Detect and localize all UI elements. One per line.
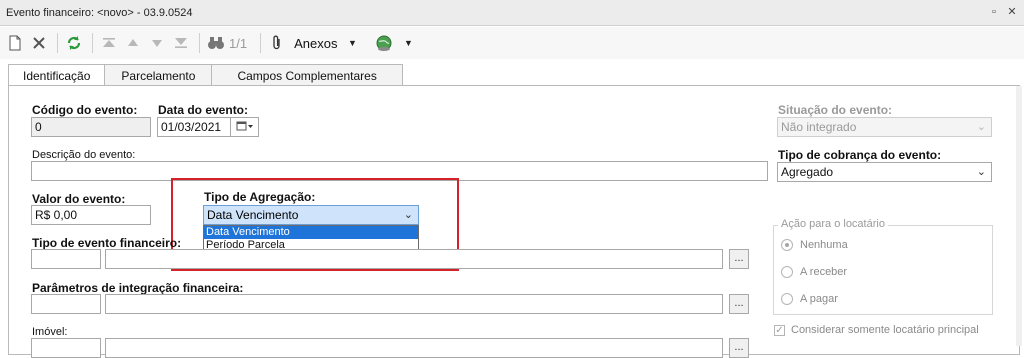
toolbar-separator [260, 33, 262, 53]
imovel-label: Imóvel: [32, 326, 68, 338]
toolbar-separator [92, 33, 93, 53]
situacao-label: Situação do evento: [778, 103, 893, 117]
tipo-cobranca-select[interactable]: Agregado ⌄ [777, 162, 992, 182]
codigo-field[interactable]: 0 [31, 117, 151, 137]
radio-selected-icon [781, 239, 793, 251]
delete-icon[interactable] [28, 32, 50, 54]
codigo-label: Código do evento: [32, 103, 138, 117]
chevron-down-icon[interactable]: ▼ [341, 32, 363, 54]
next-record-icon[interactable] [146, 32, 168, 54]
radio-nenhuma[interactable]: Nenhuma [781, 239, 848, 251]
window-titlebar: Evento financeiro: <novo> - 03.9.0524 ▫ … [0, 0, 1024, 26]
radio-icon [781, 266, 793, 278]
chevron-down-icon: ⌄ [976, 121, 986, 133]
tipo-evento-financeiro-name[interactable] [105, 249, 723, 269]
radio-a-pagar[interactable]: A pagar [781, 293, 838, 305]
radio-nenhuma-label: Nenhuma [800, 239, 848, 251]
parametros-label: Parâmetros de integração financeira: [32, 281, 244, 295]
tab-strip: Identificação Parcelamento Campos Comple… [8, 64, 403, 87]
window-title: Evento financeiro: <novo> - 03.9.0524 [6, 6, 193, 19]
descricao-label: Descrição do evento: [32, 149, 136, 161]
close-icon[interactable]: ✕ [1006, 6, 1018, 18]
calendar-button[interactable] [231, 117, 259, 137]
tipo-evento-browse-button[interactable]: ... [729, 249, 749, 269]
data-label: Data do evento: [158, 103, 249, 117]
radio-icon [781, 293, 793, 305]
considerar-label: Considerar somente locatário principal [791, 324, 979, 336]
toolbar: 1/1 Anexos ▼ ▼ [0, 27, 1024, 59]
chevron-down-icon[interactable]: ▼ [397, 32, 419, 54]
new-document-icon[interactable] [4, 32, 26, 54]
radio-a-receber[interactable]: A receber [781, 266, 847, 278]
valor-field[interactable]: R$ 0,00 [31, 205, 151, 225]
globe-icon[interactable] [373, 32, 395, 54]
acao-locatario-title: Ação para o locatário [778, 218, 888, 230]
tab-identificacao[interactable]: Identificação [8, 64, 106, 87]
situacao-value: Não integrado [781, 120, 857, 134]
imovel-name[interactable] [105, 338, 723, 358]
imovel-browse-button[interactable]: ... [729, 338, 749, 358]
checkbox-checked-icon[interactable]: ✓ [774, 324, 785, 336]
tipo-evento-financeiro-label: Tipo de evento financeiro: [32, 236, 182, 250]
attachments-button[interactable]: Anexos [294, 36, 337, 51]
considerar-checkbox-row[interactable]: ✓ Considerar somente locatário principal [774, 324, 979, 336]
calendar-icon [236, 120, 254, 134]
tipo-cobranca-label: Tipo de cobrança do evento: [778, 148, 942, 162]
tipo-evento-financeiro-code[interactable] [31, 249, 101, 269]
tab-campos-complementares[interactable]: Campos Complementares [211, 64, 403, 86]
toolbar-separator [199, 33, 200, 53]
paperclip-icon[interactable] [266, 32, 288, 54]
toolbar-separator [57, 33, 58, 53]
binoculars-icon[interactable] [205, 32, 227, 54]
radio-a-pagar-label: A pagar [800, 293, 838, 305]
parametros-code[interactable] [31, 294, 101, 314]
refresh-icon[interactable] [63, 32, 85, 54]
restore-icon[interactable]: ▫ [988, 6, 1000, 18]
situacao-select: Não integrado ⌄ [777, 117, 992, 137]
previous-record-icon[interactable] [122, 32, 144, 54]
chevron-down-icon: ⌄ [976, 166, 986, 178]
last-record-icon[interactable] [170, 32, 192, 54]
vertical-scrollbar[interactable] [1016, 86, 1022, 346]
parametros-name[interactable] [105, 294, 723, 314]
radio-a-receber-label: A receber [800, 266, 848, 278]
record-position: 1/1 [229, 35, 248, 51]
imovel-code[interactable] [31, 338, 101, 358]
valor-label: Valor do evento: [32, 192, 126, 206]
first-record-icon[interactable] [98, 32, 120, 54]
tipo-cobranca-value: Agregado [781, 165, 834, 179]
tab-parcelamento[interactable]: Parcelamento [104, 64, 213, 86]
data-field[interactable]: 01/03/2021 [157, 117, 231, 137]
parametros-browse-button[interactable]: ... [729, 294, 749, 314]
